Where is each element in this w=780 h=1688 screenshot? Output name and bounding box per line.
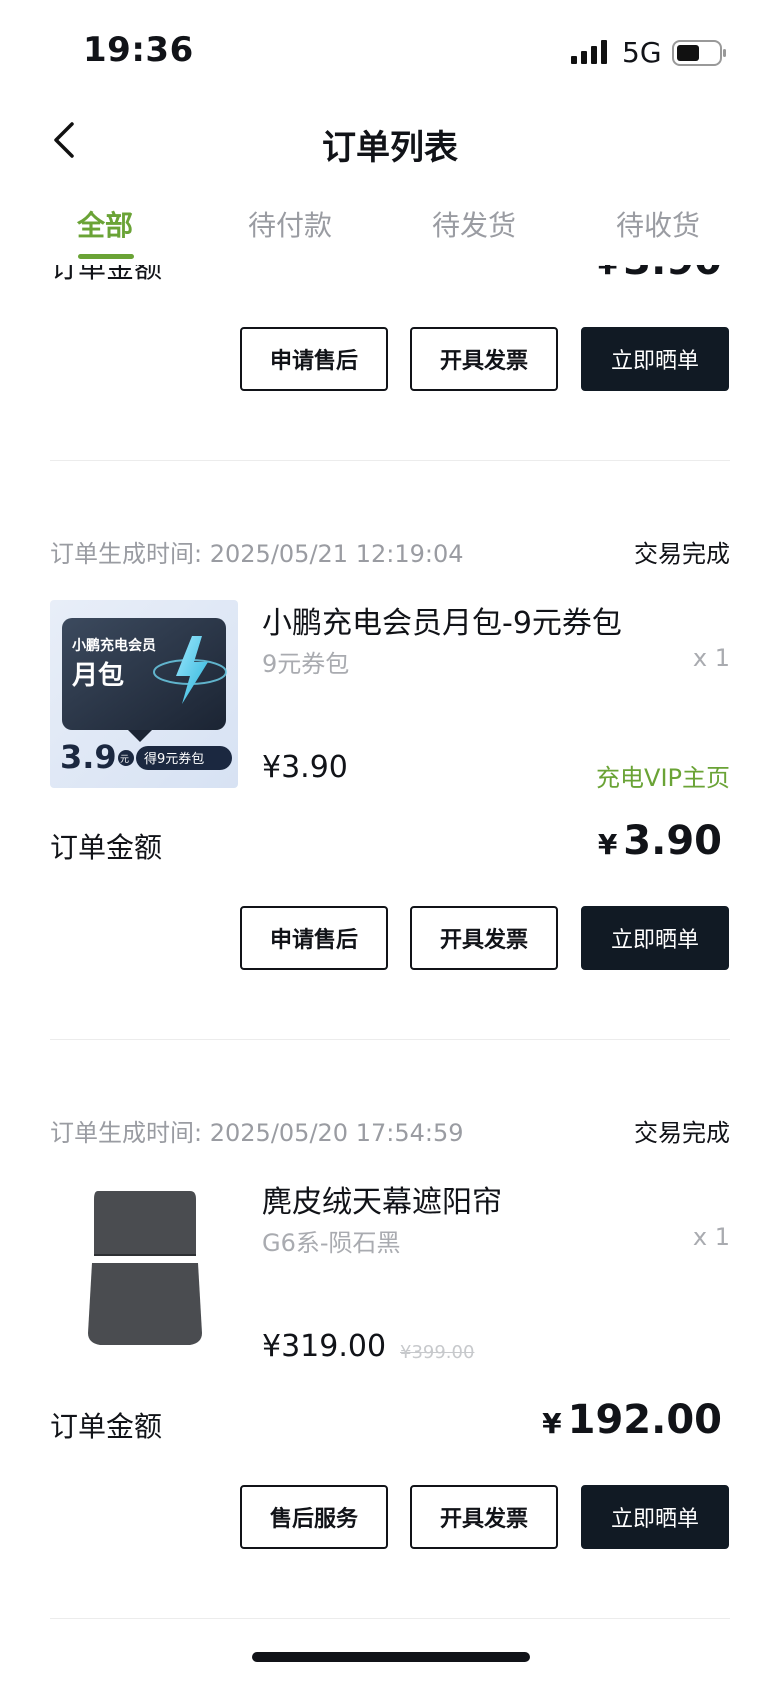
order-amount: ¥192.00 [542,1397,722,1443]
order-amount: ¥3.90 [597,818,722,864]
invoice-button[interactable]: 开具发票 [410,327,558,391]
order-time: 订单生成时间: 2025/05/20 17:54:59 [50,1119,464,1147]
signal-icon [571,40,607,64]
product-name[interactable]: 小鹏充电会员月包-9元券包 [262,598,622,642]
share-review-button[interactable]: 立即晒单 [581,327,729,391]
product-name[interactable]: 麂皮绒天幕遮阳帘 [262,1177,502,1221]
order-time: 订单生成时间: 2025/05/21 12:19:04 [50,540,464,568]
product-thumbnail[interactable]: 小鹏充电会员 月包 3.9 元 得9元券包 [50,600,238,788]
order-divider [50,460,730,461]
order-status: 交易完成 [634,1119,730,1147]
after-sale-button[interactable]: 申请售后 [240,906,388,970]
order-divider [50,1039,730,1040]
nav-bar: 订单列表 [0,100,780,190]
svg-text:月包: 月包 [71,660,124,691]
battery-icon [672,40,726,66]
product-spec: 9元券包 [262,650,350,678]
product-quantity: x 1 [692,644,730,672]
product-price: ¥3.90 [262,750,348,785]
status-bar: 19:36 5G [0,0,780,100]
svg-text:3.9: 3.9 [60,738,117,776]
product-quantity: x 1 [692,1223,730,1251]
status-time: 19:36 [83,30,194,70]
tab-all[interactable]: 全部 [77,204,133,244]
order-amount: ¥3.90 [598,265,722,284]
product-thumbnail[interactable] [50,1179,238,1367]
svg-text:元: 元 [120,755,129,765]
vip-homepage-link[interactable]: 充电VIP主页 [596,758,730,793]
product-price: ¥319.00 [262,1329,387,1364]
invoice-button[interactable]: 开具发票 [410,906,558,970]
page-title: 订单列表 [322,128,458,168]
order-amount-label: 订单金额 [50,265,163,284]
order-amount-label: 订单金额 [50,831,163,864]
charging-pass-image: 小鹏充电会员 月包 3.9 元 得9元券包 [50,600,238,788]
svg-text:小鹏充电会员: 小鹏充电会员 [72,637,156,654]
network-type: 5G [622,36,662,69]
invoice-button[interactable]: 开具发票 [410,1485,558,1549]
share-review-button[interactable]: 立即晒单 [581,906,729,970]
tab-pending-shipment[interactable]: 待发货 [432,204,516,244]
order-tabs: 全部 待付款 待发货 待收货 [0,190,780,265]
order-list[interactable]: 订单金额 ¥3.90 申请售后 开具发票 立即晒单 订单生成时间: 2025/0… [0,265,780,1688]
sunshade-image [88,1191,202,1345]
home-indicator[interactable] [252,1652,530,1662]
after-service-button[interactable]: 售后服务 [240,1485,388,1549]
share-review-button[interactable]: 立即晒单 [581,1485,729,1549]
order-amount-label: 订单金额 [50,1410,163,1443]
order-status: 交易完成 [634,540,730,568]
active-tab-indicator [78,254,134,259]
svg-text:得9元券包: 得9元券包 [144,751,204,767]
order-divider [50,1618,730,1619]
tab-pending-receipt[interactable]: 待收货 [616,204,700,244]
after-sale-button[interactable]: 申请售后 [240,327,388,391]
original-price: ¥399.00 [400,1342,475,1363]
product-spec: G6系-陨石黑 [262,1229,401,1257]
tab-pending-payment[interactable]: 待付款 [248,204,332,244]
